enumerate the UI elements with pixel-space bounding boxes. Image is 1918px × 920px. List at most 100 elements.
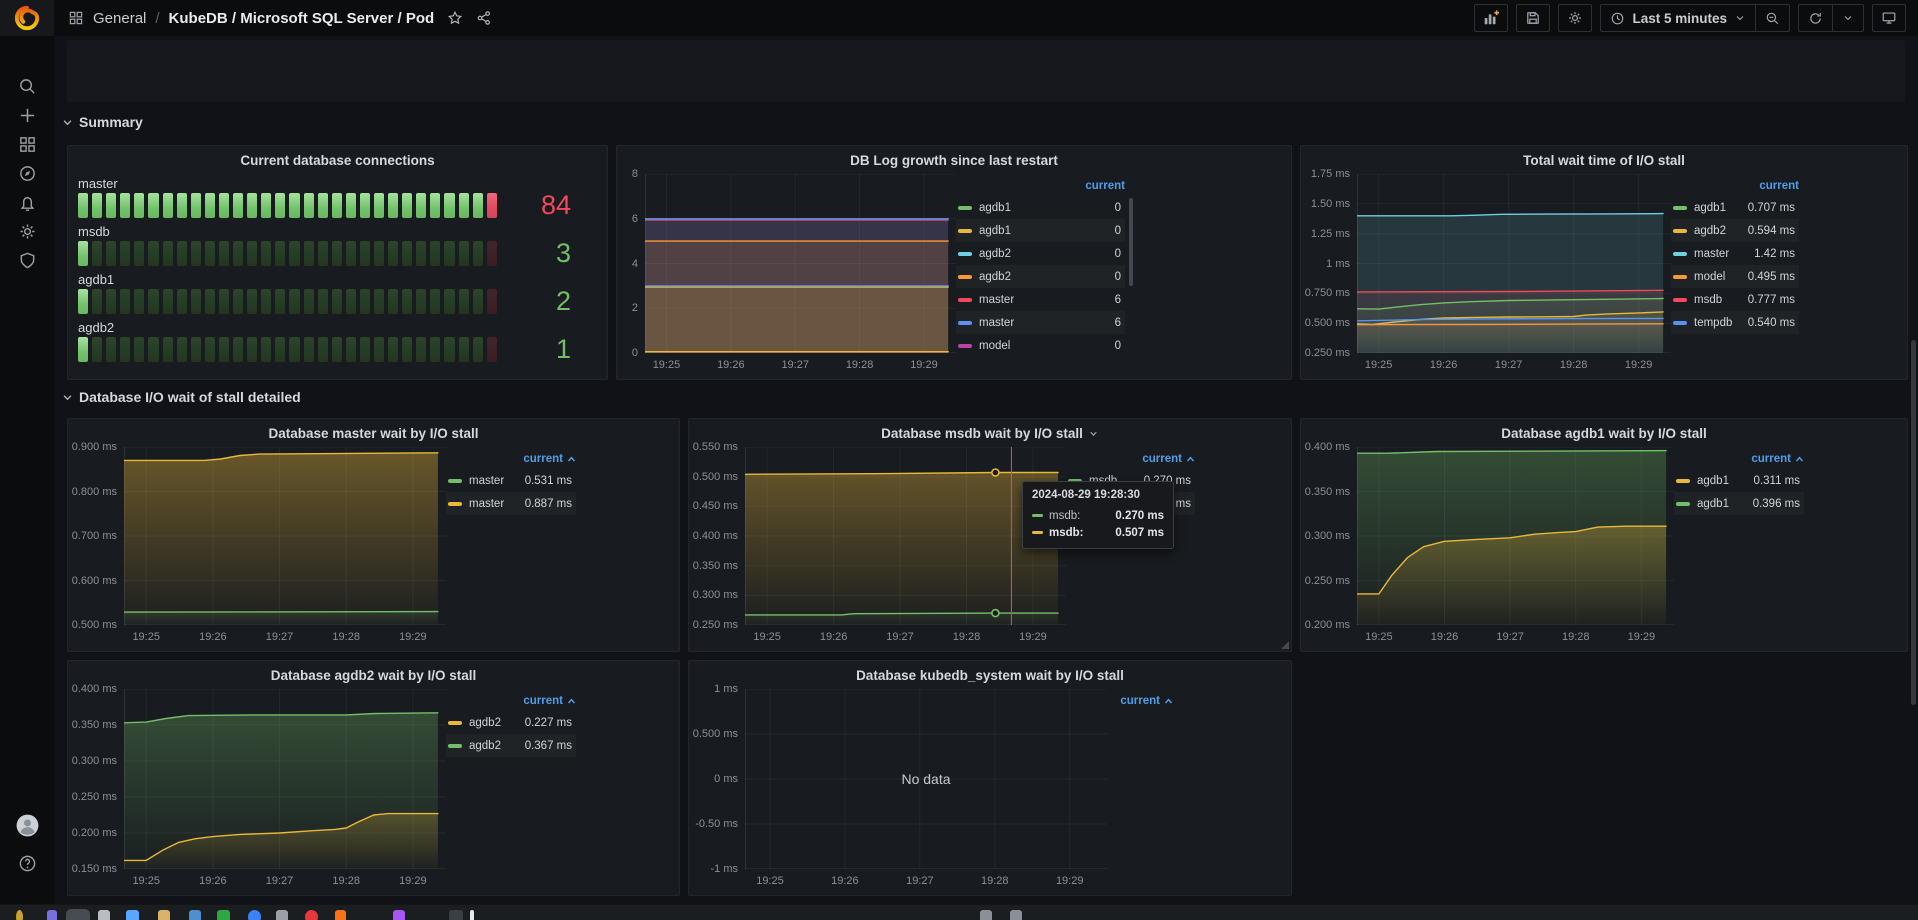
taskbar-app-icon[interactable] [305, 910, 318, 920]
panel-resize-handle[interactable] [1281, 641, 1289, 649]
add-panel-button[interactable] [1474, 4, 1508, 32]
legend-sort-header[interactable]: current [1107, 691, 1173, 711]
refresh-button[interactable] [1799, 5, 1832, 31]
legend-item[interactable]: model0.495 ms [1671, 265, 1799, 288]
legend-sort-header[interactable]: current [956, 176, 1125, 196]
panel-database-msdb-wait: Database msdb wait by I/O stall 0.550 ms… [688, 418, 1292, 652]
legend-item[interactable]: agdb10 [956, 219, 1125, 242]
legend-item[interactable]: master0.531 ms [446, 469, 576, 492]
gauge-row-label: agdb2 [78, 320, 597, 337]
legend-scrollbar[interactable] [1129, 198, 1133, 286]
taskbar-app-icon[interactable] [1010, 910, 1022, 920]
dashboards-icon[interactable] [0, 130, 54, 159]
taskbar-app-icon[interactable] [393, 910, 405, 920]
tooltip-row: msdb:0.270 ms [1032, 507, 1164, 524]
panel-title[interactable]: Database agdb1 wait by I/O stall [1301, 419, 1907, 447]
taskbar-app-icon[interactable] [66, 909, 90, 920]
dashboard-settings-button[interactable] [1558, 4, 1592, 32]
help-icon[interactable] [18, 854, 37, 878]
gauge-segment [78, 337, 88, 362]
scrollbar-thumb[interactable] [1911, 340, 1916, 705]
taskbar-app-icon[interactable] [470, 910, 474, 920]
save-dashboard-button[interactable] [1516, 4, 1550, 32]
section-database-io-wait[interactable]: Database I/O wait of stall detailed [62, 389, 301, 405]
y-axis-label: 0.350 ms [693, 560, 738, 572]
gauge-segment [191, 289, 201, 314]
gauge-segment [261, 289, 271, 314]
panel-title[interactable]: Database kubedb_system wait by I/O stall [689, 661, 1291, 689]
taskbar-app-icon[interactable] [47, 910, 57, 920]
gauge-segment [219, 241, 229, 266]
taskbar-app-icon[interactable] [98, 910, 110, 920]
legend-item[interactable]: agdb20.367 ms [446, 734, 576, 757]
legend-item[interactable]: master1.42 ms [1671, 242, 1799, 265]
legend-series-value: 0.531 ms [525, 475, 572, 487]
legend-item[interactable]: agdb20.594 ms [1671, 219, 1799, 242]
section-summary[interactable]: Summary [62, 114, 143, 130]
legend-item[interactable]: msdb0.777 ms [1671, 288, 1799, 311]
time-range-picker[interactable]: Last 5 minutes [1601, 5, 1755, 31]
legend-item[interactable]: tempdb0.540 ms [1671, 311, 1799, 334]
legend-sort-header[interactable]: current [1674, 449, 1804, 469]
legend-sort-header[interactable]: current [446, 691, 576, 711]
configuration-gear-icon[interactable] [0, 217, 54, 246]
legend-item[interactable]: agdb20.227 ms [446, 711, 576, 734]
breadcrumb-section[interactable]: General [93, 10, 146, 27]
panel-title[interactable]: Current database connections [68, 146, 607, 174]
legend-item[interactable]: master6 [956, 311, 1125, 334]
taskbar-app-icon[interactable] [126, 910, 139, 920]
panel-title[interactable]: DB Log growth since last restart [617, 146, 1291, 174]
legend-sort-header[interactable]: current [446, 449, 576, 469]
legend-item[interactable]: master0.887 ms [446, 492, 576, 515]
taskbar-app-icon[interactable] [449, 910, 463, 920]
taskbar-app-icon[interactable] [335, 910, 346, 920]
server-admin-shield-icon[interactable] [0, 246, 54, 275]
gauge-value: 3 [556, 241, 571, 266]
legend-item[interactable]: agdb10.707 ms [1671, 196, 1799, 219]
breadcrumb: General / KubeDB / Microsoft SQL Server … [54, 10, 492, 27]
panel-menu-caret-icon[interactable] [1088, 428, 1099, 439]
alerting-bell-icon[interactable] [0, 188, 54, 217]
panel-title[interactable]: Database msdb wait by I/O stall [689, 419, 1291, 447]
panel-current-database-connections: Current database connections master84msd… [67, 145, 608, 380]
panel-title[interactable]: Database agdb2 wait by I/O stall [68, 661, 679, 689]
create-plus-icon[interactable] [0, 101, 54, 130]
cycle-view-mode-button[interactable] [1872, 4, 1906, 32]
panel-title[interactable]: Database master wait by I/O stall [68, 419, 679, 447]
grafana-logo[interactable] [0, 0, 54, 36]
legend-item[interactable]: agdb20 [956, 242, 1125, 265]
dashboard-title[interactable]: KubeDB / Microsoft SQL Server / Pod [169, 10, 435, 27]
legend-item[interactable]: master6 [956, 288, 1125, 311]
legend-sort-header[interactable]: current [1066, 449, 1195, 469]
legend-item[interactable]: agdb10 [956, 196, 1125, 219]
x-axis-label: 19:28 [946, 631, 986, 643]
search-icon[interactable] [0, 72, 54, 101]
page-scrollbar[interactable] [1911, 36, 1917, 904]
y-axis-label: 0.500 ms [1305, 317, 1350, 329]
legend-series-value: 0.887 ms [525, 498, 572, 510]
user-avatar[interactable] [16, 814, 39, 842]
taskbar-app-icon[interactable] [276, 910, 288, 920]
panel-title[interactable]: Total wait time of I/O stall [1301, 146, 1907, 174]
taskbar-app-icon[interactable] [16, 910, 23, 920]
taskbar-app-icon[interactable] [189, 910, 201, 920]
panel-total-wait-time-io-stall: Total wait time of I/O stall 1.75 ms1.50… [1300, 145, 1908, 380]
legend-item[interactable]: agdb10.396 ms [1674, 492, 1804, 515]
zoom-out-button[interactable] [1755, 5, 1789, 31]
legend-item[interactable]: agdb10.311 ms [1674, 469, 1804, 492]
gauge-segment [402, 289, 412, 314]
legend: currentagdb10.707 msagdb20.594 msmaster1… [1671, 176, 1899, 353]
legend-item[interactable]: model0 [956, 334, 1125, 353]
share-icon[interactable] [476, 10, 492, 26]
explore-compass-icon[interactable] [0, 159, 54, 188]
legend-sort-header[interactable]: current [1671, 176, 1799, 196]
taskbar-app-icon[interactable] [248, 910, 261, 920]
legend-item[interactable]: agdb20 [956, 265, 1125, 288]
tooltip-timestamp: 2024-08-29 19:28:30 [1032, 489, 1164, 501]
refresh-interval-dropdown[interactable] [1832, 5, 1863, 31]
taskbar-app-icon[interactable] [217, 910, 230, 920]
gauge-segment [92, 289, 102, 314]
taskbar-app-icon[interactable] [158, 910, 170, 920]
taskbar-app-icon[interactable] [980, 910, 992, 920]
star-icon[interactable] [447, 10, 463, 26]
